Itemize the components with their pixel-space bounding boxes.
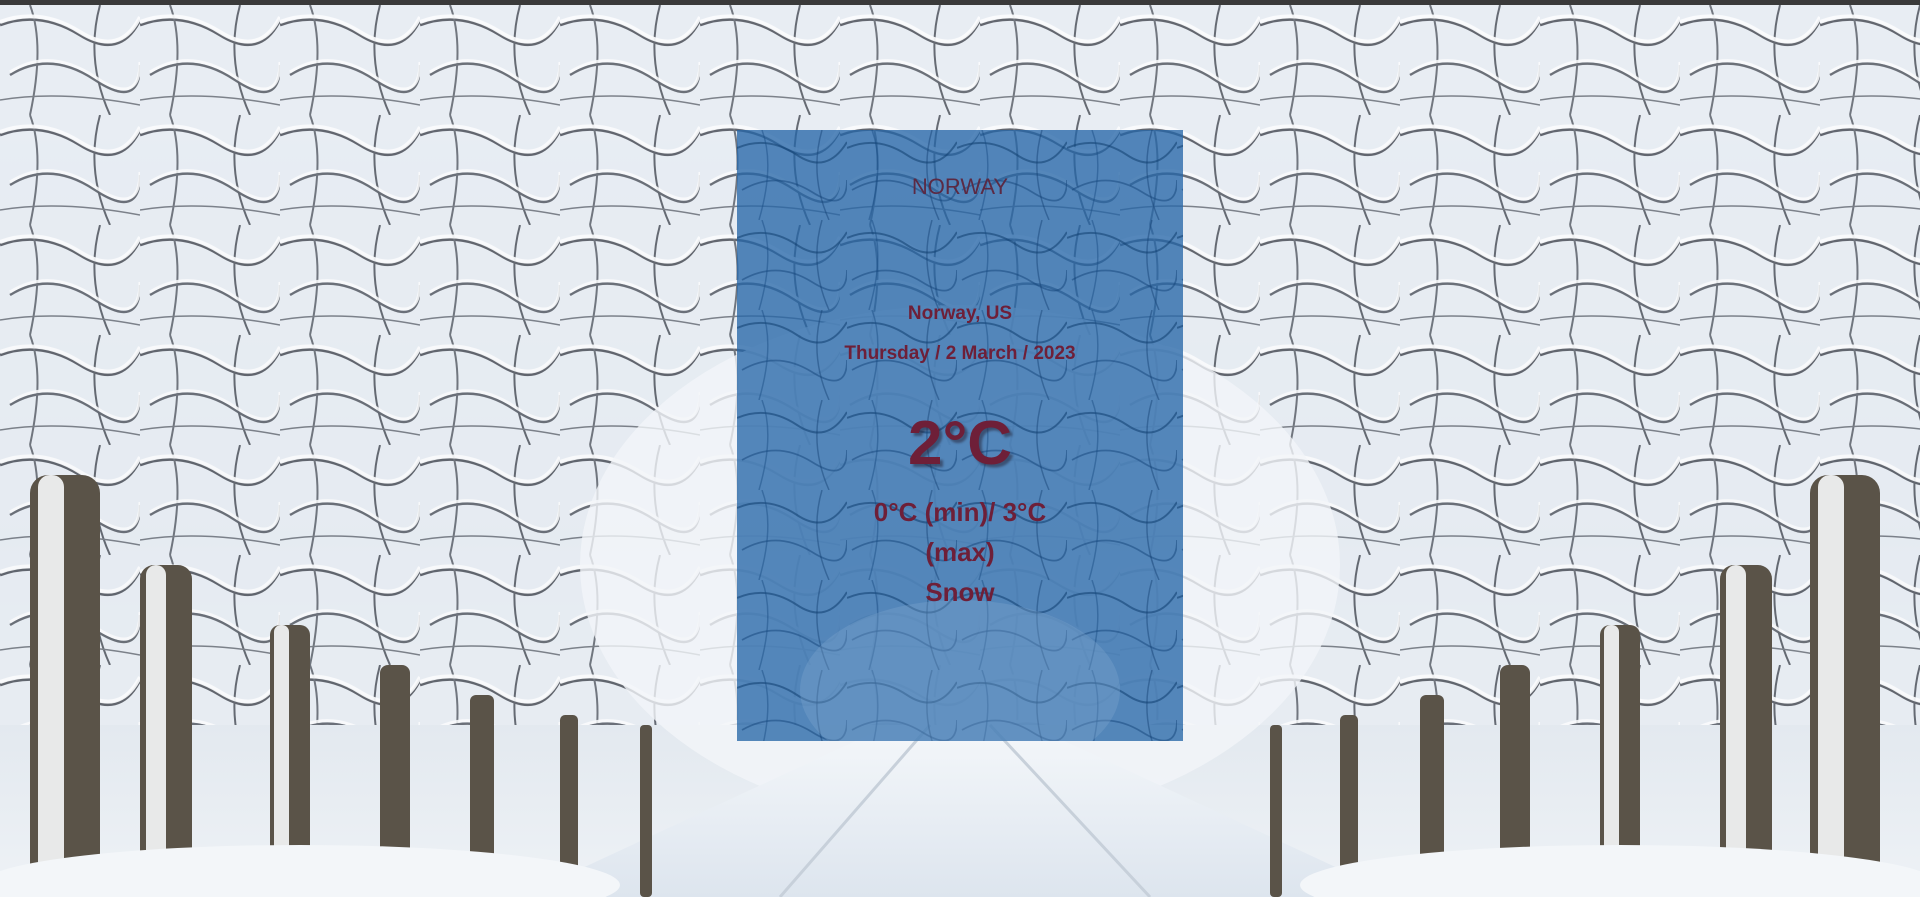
min-max-temperature: 0°C (min)/ 3°C (max) — [873, 497, 1047, 567]
current-temperature: 2°C — [907, 409, 1013, 478]
weather-card: Norway, US Thursday / 2 March / 2023 2°C… — [737, 130, 1183, 741]
weather-app-page: Norway, US Thursday / 2 March / 2023 2°C… — [0, 0, 1920, 897]
city-search-input[interactable] — [777, 172, 1143, 202]
weather-condition: Snow — [925, 577, 995, 607]
date-label: Thursday / 2 March / 2023 — [844, 343, 1076, 364]
location-label: Norway, US — [907, 303, 1013, 324]
